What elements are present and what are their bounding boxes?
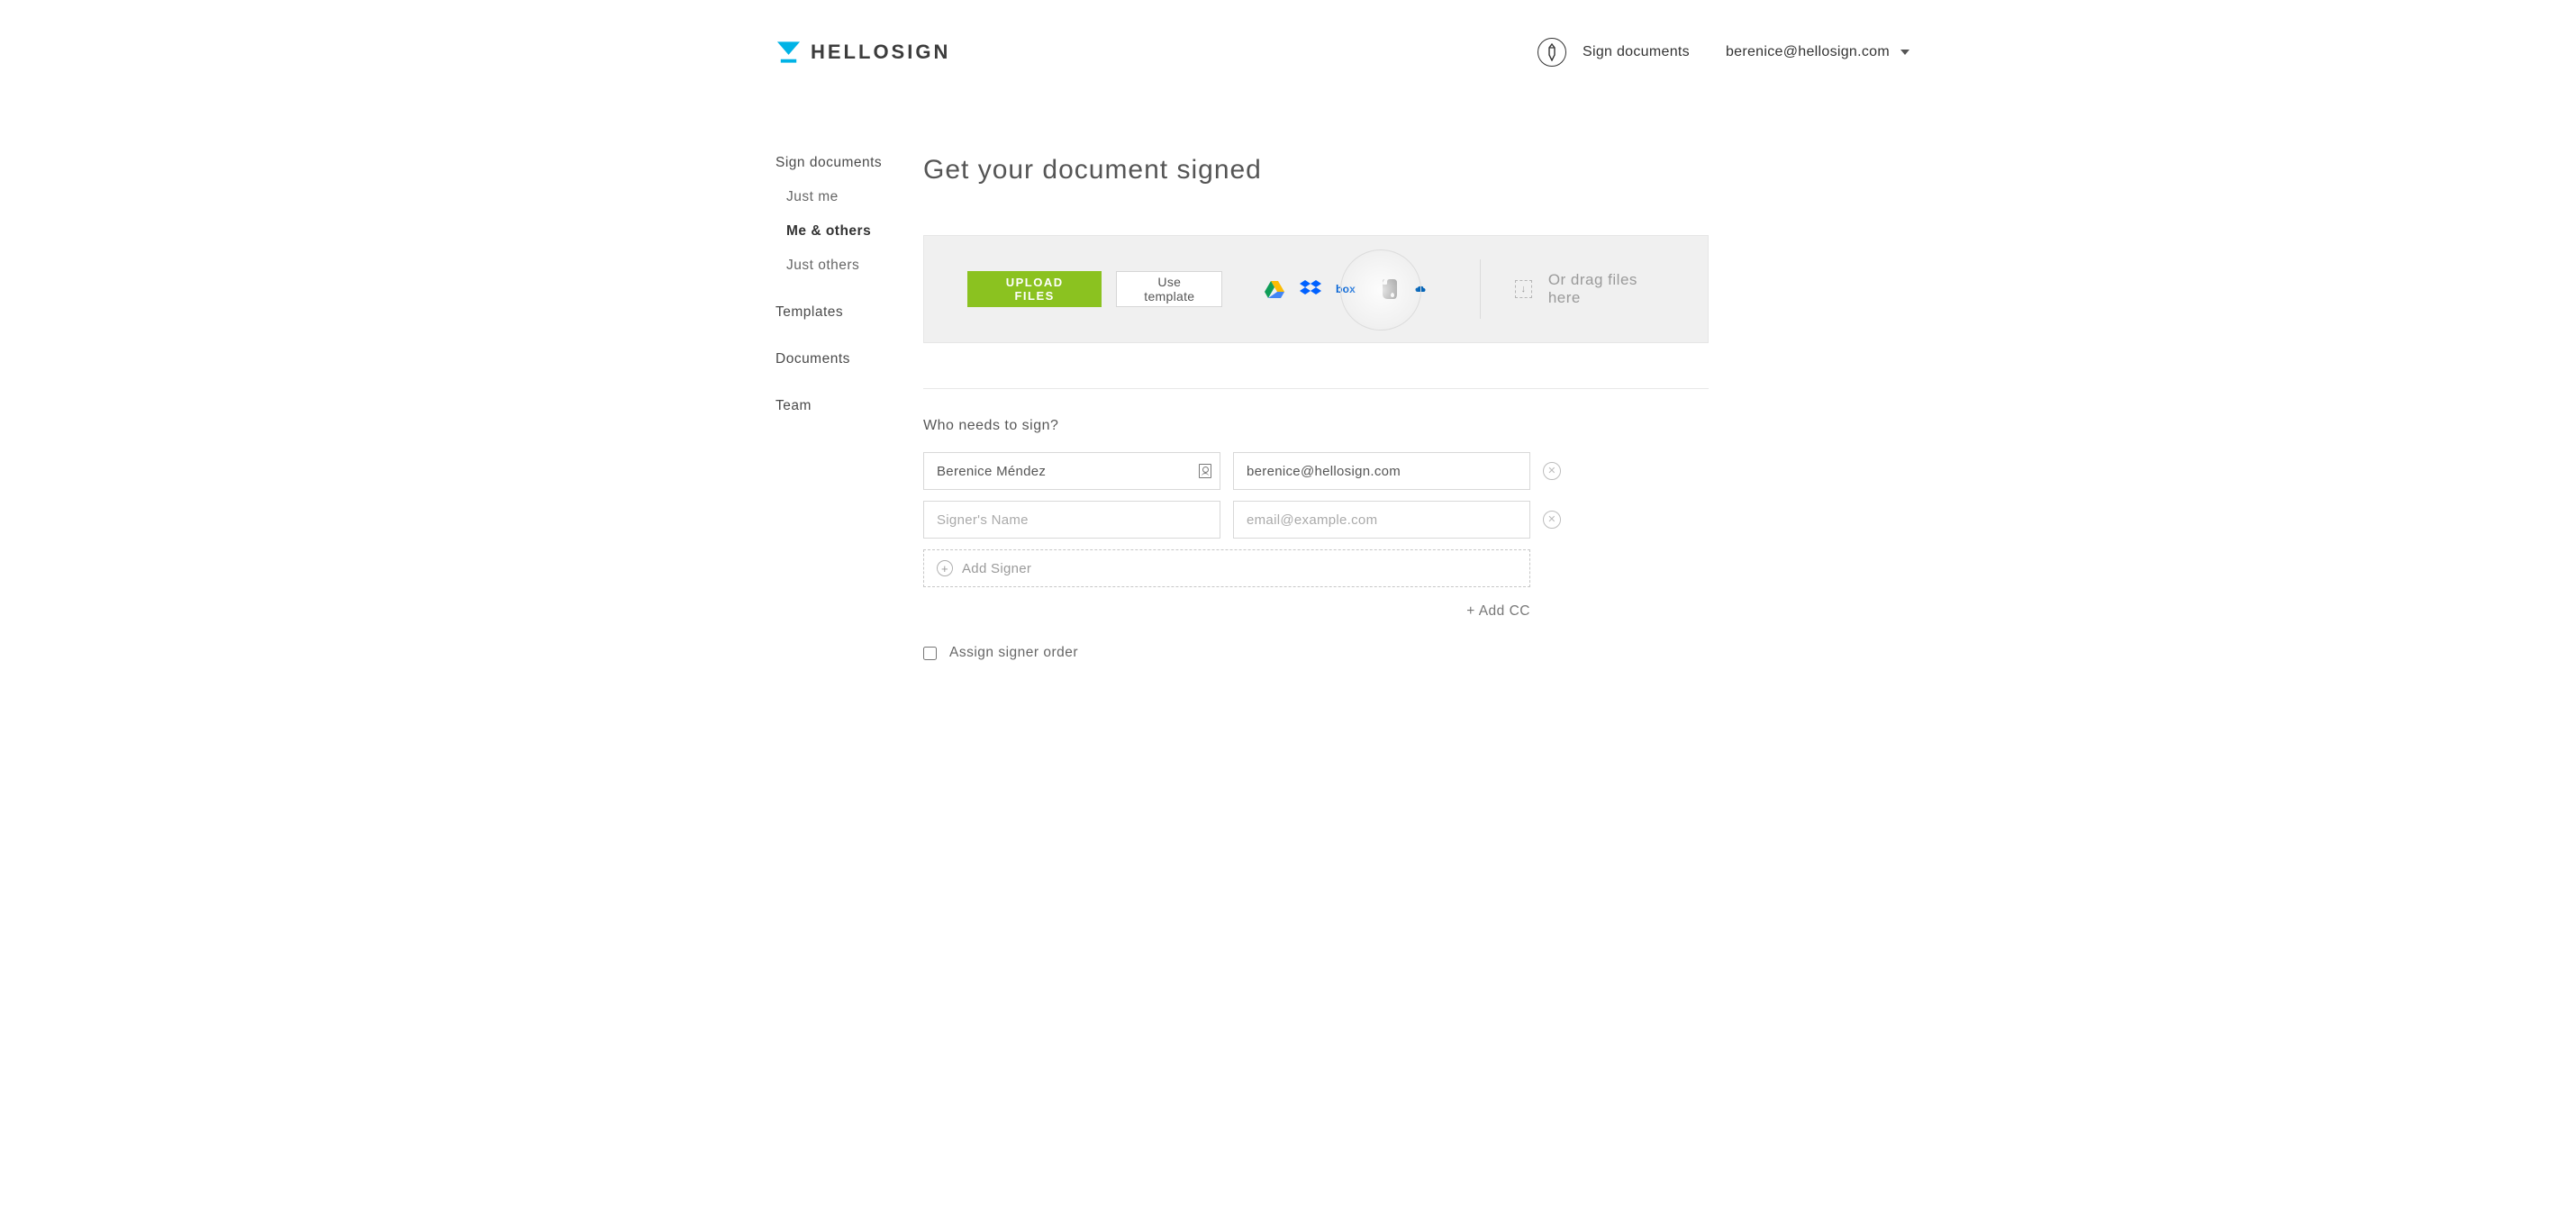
main: Get your document signed UPLOAD FILES Us…	[923, 155, 1709, 661]
onedrive-icon[interactable]	[1415, 279, 1426, 299]
signer-row: ✕	[923, 501, 1709, 539]
use-template-button[interactable]: Use template	[1116, 271, 1222, 307]
divider	[1480, 259, 1481, 319]
assign-order-checkbox[interactable]	[923, 647, 937, 660]
upload-strip: UPLOAD FILES Use template	[923, 235, 1709, 343]
pen-icon	[1537, 38, 1566, 67]
signer-name-input[interactable]	[923, 501, 1220, 539]
sidebar-item-templates[interactable]: Templates	[776, 304, 923, 321]
sidebar-item-sign-documents[interactable]: Sign documents	[776, 155, 923, 171]
drag-drop-zone[interactable]: ↓ Or drag files here	[1515, 271, 1664, 307]
assign-order-label: Assign signer order	[949, 645, 1078, 661]
sign-documents-link[interactable]: Sign documents	[1537, 38, 1690, 67]
user-email: berenice@hellosign.com	[1726, 44, 1890, 60]
sidebar-item-just-others[interactable]: Just others	[776, 258, 923, 274]
sidebar-item-team[interactable]: Team	[776, 398, 923, 414]
sidebar: Sign documents Just me Me & others Just …	[662, 155, 923, 661]
signer-email-input[interactable]	[1233, 501, 1530, 539]
signer-email-input[interactable]	[1233, 452, 1530, 490]
assign-signer-order[interactable]: Assign signer order	[923, 645, 1709, 661]
cloud-services: box	[1264, 279, 1426, 299]
svg-text:box: box	[1336, 283, 1356, 295]
add-signer-button[interactable]: + Add Signer	[923, 549, 1530, 587]
evernote-icon[interactable]	[1379, 279, 1401, 299]
sidebar-item-documents[interactable]: Documents	[776, 351, 923, 367]
dropbox-icon[interactable]	[1300, 279, 1321, 299]
signers-heading: Who needs to sign?	[923, 418, 1709, 434]
remove-signer-button[interactable]: ✕	[1543, 462, 1561, 480]
signer-name-input[interactable]	[923, 452, 1220, 490]
plus-icon: +	[937, 560, 953, 576]
sign-documents-label: Sign documents	[1583, 44, 1690, 60]
header: HELLOSIGN Sign documents berenice@hellos…	[662, 0, 1914, 92]
horizontal-divider	[923, 388, 1709, 389]
user-menu[interactable]: berenice@hellosign.com	[1726, 44, 1909, 60]
upload-files-button[interactable]: UPLOAD FILES	[967, 271, 1102, 307]
box-icon[interactable]: box	[1336, 279, 1357, 299]
logo-text: HELLOSIGN	[811, 41, 950, 64]
sidebar-item-me-and-others[interactable]: Me & others	[776, 223, 923, 240]
chevron-down-icon	[1900, 50, 1909, 55]
signer-row: ✕	[923, 452, 1709, 490]
logo[interactable]: HELLOSIGN	[776, 40, 950, 65]
remove-signer-button[interactable]: ✕	[1543, 511, 1561, 529]
add-signer-label: Add Signer	[962, 561, 1031, 576]
sidebar-item-just-me[interactable]: Just me	[776, 189, 923, 205]
logo-mark-icon	[776, 40, 802, 65]
page-title: Get your document signed	[923, 155, 1709, 186]
google-drive-icon[interactable]	[1264, 279, 1285, 299]
add-cc-button[interactable]: + Add CC	[923, 603, 1530, 620]
drag-text: Or drag files here	[1548, 271, 1664, 307]
download-icon: ↓	[1515, 280, 1532, 298]
